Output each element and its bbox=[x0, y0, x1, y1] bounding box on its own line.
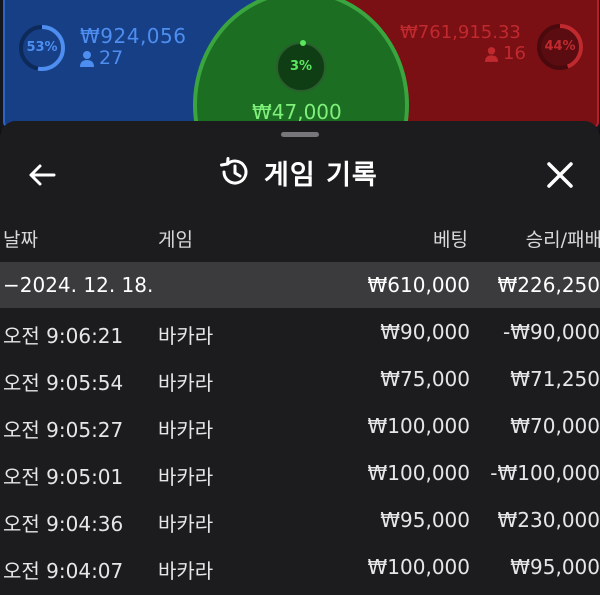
row-game: 바카라 bbox=[158, 559, 214, 583]
row-game: 바카라 bbox=[158, 371, 214, 395]
row-win-loss: ₩71,250 bbox=[510, 367, 600, 391]
day-total-win-loss: ₩226,250 bbox=[497, 273, 600, 297]
column-win-loss[interactable]: 승리/패배 bbox=[526, 225, 600, 252]
close-button[interactable] bbox=[540, 155, 580, 195]
banker-percent-ring: 44% bbox=[535, 22, 585, 72]
row-bet: ₩100,000 bbox=[367, 414, 470, 438]
row-game: 바카라 bbox=[158, 324, 214, 348]
row-bet: ₩75,000 bbox=[380, 367, 470, 391]
table-row[interactable]: 오전 9:05:27 바카라 ₩100,000 ₩70,000 bbox=[0, 402, 600, 449]
row-bet: ₩100,000 bbox=[367, 461, 470, 485]
day-total-bet: ₩610,000 bbox=[367, 273, 470, 297]
sheet-title-group: 게임 기록 bbox=[218, 147, 378, 197]
sheet-drag-handle[interactable] bbox=[281, 132, 319, 137]
day-summary-row[interactable]: −2024. 12. 18. ₩610,000 ₩226,250 bbox=[0, 262, 600, 308]
history-list: 오전 9:06:21 바카라 ₩90,000 -₩90,000 오전 9:05:… bbox=[0, 308, 600, 590]
person-icon bbox=[485, 46, 498, 62]
row-win-loss: -₩100,000 bbox=[490, 461, 600, 485]
row-game: 바카라 bbox=[158, 512, 214, 536]
sheet-header: 게임 기록 bbox=[0, 147, 600, 197]
row-bet: ₩95,000 bbox=[380, 508, 470, 532]
tie-percent-ring: 3% bbox=[276, 40, 326, 92]
row-win-loss: ₩230,000 bbox=[497, 508, 600, 532]
table-row[interactable]: 오전 9:04:36 바카라 ₩95,000 ₩230,000 bbox=[0, 496, 600, 543]
page-title: 게임 기록 bbox=[264, 159, 378, 191]
column-game[interactable]: 게임 bbox=[158, 225, 193, 252]
row-time: 오전 9:05:01 bbox=[3, 465, 124, 489]
player-percent-ring: 53% bbox=[17, 23, 67, 73]
game-history-sheet: 게임 기록 날짜 게임 베팅 승리/패배 −2024. 12. 18. ₩610… bbox=[0, 121, 600, 595]
history-clock-icon bbox=[220, 157, 248, 185]
arrow-left-icon bbox=[29, 164, 56, 186]
player-count: 27 bbox=[80, 47, 123, 69]
row-win-loss: ₩70,000 bbox=[510, 414, 600, 438]
player-count-value: 27 bbox=[99, 47, 124, 69]
table-row[interactable]: 오전 9:05:01 바카라 ₩100,000 -₩100,000 bbox=[0, 449, 600, 496]
row-win-loss: ₩95,000 bbox=[510, 555, 600, 579]
close-x-icon bbox=[547, 162, 573, 188]
table-row[interactable]: 오전 9:05:54 바카라 ₩75,000 ₩71,250 bbox=[0, 355, 600, 402]
row-time: 오전 9:04:36 bbox=[3, 512, 124, 536]
tie-percent: 3% bbox=[289, 59, 313, 74]
banker-percent: 44% bbox=[544, 39, 576, 54]
person-icon bbox=[80, 50, 94, 67]
row-bet: ₩90,000 bbox=[380, 320, 470, 344]
row-time: 오전 9:04:07 bbox=[3, 559, 124, 583]
column-bet[interactable]: 베팅 bbox=[433, 225, 468, 252]
player-percent: 53% bbox=[26, 40, 58, 55]
table-header: 날짜 게임 베팅 승리/패배 bbox=[0, 225, 600, 253]
row-time: 오전 9:05:27 bbox=[3, 418, 124, 442]
day-date: −2024. 12. 18. bbox=[3, 273, 154, 297]
player-total-amount: ₩924,056 bbox=[80, 24, 187, 48]
row-win-loss: -₩90,000 bbox=[503, 320, 600, 344]
table-row[interactable]: 오전 9:04:07 바카라 ₩100,000 ₩95,000 bbox=[0, 543, 600, 590]
column-date[interactable]: 날짜 bbox=[3, 225, 38, 252]
row-game: 바카라 bbox=[158, 465, 214, 489]
row-bet: ₩100,000 bbox=[367, 555, 470, 579]
banker-count-value: 16 bbox=[503, 43, 526, 64]
row-time: 오전 9:05:54 bbox=[3, 371, 124, 395]
row-game: 바카라 bbox=[158, 418, 214, 442]
banker-count: 16 bbox=[485, 43, 526, 64]
back-button[interactable] bbox=[22, 155, 62, 195]
table-row[interactable]: 오전 9:06:21 바카라 ₩90,000 -₩90,000 bbox=[0, 308, 600, 355]
betting-table-background: 53% ₩924,056 27 3% ₩47,000 ₩761,915.33 1… bbox=[0, 0, 600, 130]
banker-total-amount: ₩761,915.33 bbox=[400, 22, 521, 43]
row-time: 오전 9:06:21 bbox=[3, 324, 124, 348]
